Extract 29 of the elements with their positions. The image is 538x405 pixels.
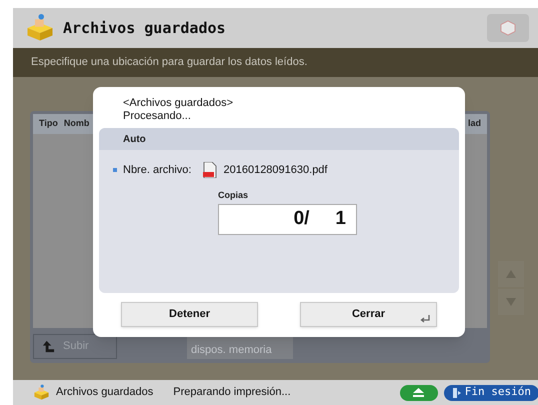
- instruction-text: Especifique una ubicación para guardar los datos leídos.: [31, 55, 308, 70]
- copies-label: Copias: [218, 188, 250, 202]
- folder-box-icon: [25, 13, 55, 43]
- column-header: Tipo: [39, 117, 58, 130]
- file-name: 20160128091630.pdf: [223, 163, 328, 178]
- dialog-title: <Archivos guardados>: [123, 97, 234, 110]
- copies-done: 0/: [294, 207, 310, 232]
- file-label: Nbre. archivo:: [123, 163, 192, 178]
- bullet-icon: [113, 168, 117, 172]
- section-title: Auto: [123, 132, 146, 146]
- column-header: Nomb: [64, 117, 90, 130]
- enter-icon: [420, 315, 430, 323]
- folder-box-icon: [33, 384, 50, 401]
- status-app-name: Archivos guardados: [56, 385, 154, 400]
- column-header: lad: [468, 117, 481, 130]
- screen-title: Archivos guardados: [63, 18, 226, 39]
- status-message: Preparando impresión...: [173, 385, 291, 400]
- pdf-file-icon: [203, 162, 218, 178]
- copies-total: 1: [335, 207, 346, 232]
- cube-button[interactable]: [487, 14, 529, 42]
- dialog-status: Procesando...: [123, 110, 192, 123]
- logout-button[interactable]: Fin sesión: [444, 384, 538, 400]
- dialog-button[interactable]: Detener: [121, 302, 258, 327]
- cube-icon: [500, 20, 516, 36]
- dialog-button[interactable]: Cerrar: [300, 302, 437, 327]
- eject-button[interactable]: [400, 384, 438, 400]
- eject-icon: [413, 388, 424, 397]
- door-exit-icon: [452, 388, 462, 398]
- up-arrow-icon: [42, 340, 55, 352]
